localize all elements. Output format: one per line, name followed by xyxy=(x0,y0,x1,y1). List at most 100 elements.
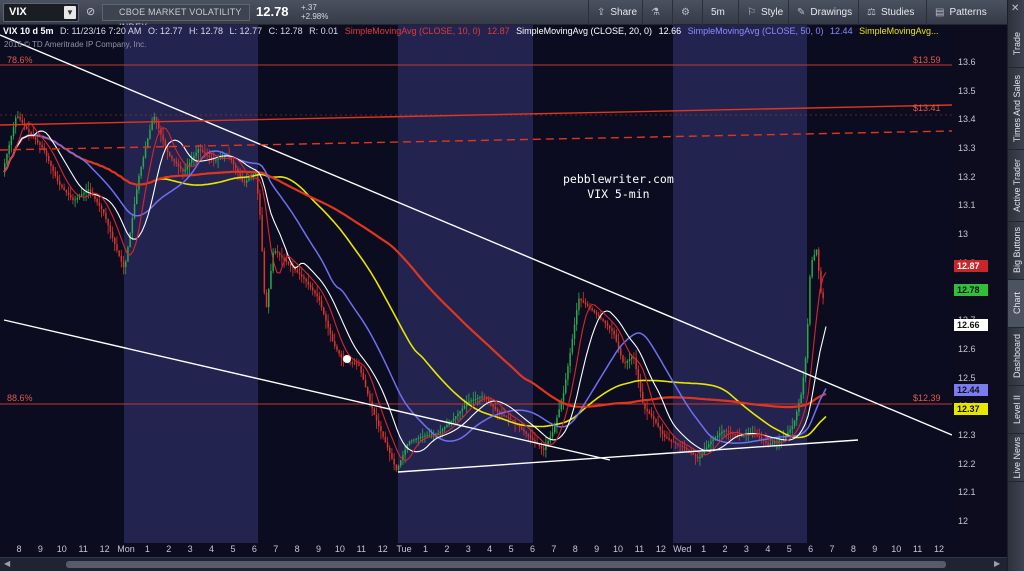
candle-body xyxy=(664,434,666,437)
price-tick-label: 12.2 xyxy=(958,458,976,469)
candle-body xyxy=(609,325,611,329)
candle-body xyxy=(393,458,395,465)
candle-body xyxy=(422,436,424,438)
bar-high: H: 12.78 xyxy=(189,26,224,36)
candle-body xyxy=(103,209,105,213)
drawings-button[interactable]: ✎ Drawings xyxy=(788,0,858,25)
candle-body xyxy=(505,416,508,418)
candle-body xyxy=(413,439,415,441)
candle-body xyxy=(455,416,457,419)
candle-body xyxy=(822,292,824,299)
candle-body xyxy=(89,189,92,193)
candle-body xyxy=(309,284,312,288)
symbol-description: CBOE MARKET VOLATILITY INDEX xyxy=(102,4,250,32)
candle-body xyxy=(276,251,279,254)
candle-body xyxy=(802,377,805,395)
price-chart[interactable] xyxy=(0,25,952,543)
scrollbar-thumb[interactable] xyxy=(66,561,946,568)
studies-button[interactable]: ⚖ Studies xyxy=(858,0,926,25)
candle-body xyxy=(246,180,248,183)
candle-body xyxy=(545,445,547,450)
candle-body xyxy=(661,430,664,435)
time-tick-label: 3 xyxy=(187,544,193,554)
time-tick-label: 1 xyxy=(144,544,150,554)
link-icon[interactable]: ⊘ xyxy=(86,5,95,18)
sidebar-tab-dashboard[interactable]: Dashboard xyxy=(1008,328,1024,386)
sidebar-tab-live-news[interactable]: Live News xyxy=(1008,434,1024,482)
symbol-selector[interactable]: VIX ▼ xyxy=(3,3,79,22)
sidebar-tab-label: Live News xyxy=(1011,436,1022,479)
chart-canvas[interactable] xyxy=(0,25,952,543)
candle-body xyxy=(686,448,688,450)
chart-title: VIX 10 d 5m xyxy=(3,26,54,36)
sma50-label[interactable]: SimpleMovingAvg (CLOSE, 50, 0) xyxy=(688,26,824,36)
scroll-right-icon[interactable]: ▶ xyxy=(994,559,1000,568)
time-tick-label: 8 xyxy=(850,544,856,554)
candle-body xyxy=(565,379,567,393)
candle-body xyxy=(677,443,679,445)
chevron-down-icon[interactable]: ▼ xyxy=(64,6,76,19)
sidebar-tab-big-buttons[interactable]: Big Buttons xyxy=(1008,222,1024,280)
candle-body xyxy=(34,137,37,140)
candle-body xyxy=(725,430,728,432)
candle-body xyxy=(512,419,514,422)
interval-label: 5m xyxy=(711,7,725,18)
candle-body xyxy=(765,440,767,443)
scroll-left-icon[interactable]: ◀ xyxy=(4,559,10,568)
candle-body xyxy=(70,194,72,198)
candle-body xyxy=(721,431,723,434)
candle-body xyxy=(37,139,39,143)
candle-body xyxy=(109,225,112,232)
share-button[interactable]: ⇪ Share xyxy=(588,0,642,25)
candle-body xyxy=(470,400,472,402)
time-tick-label: 9 xyxy=(872,544,878,554)
sidebar-tab-trade[interactable]: Trade xyxy=(1008,20,1024,68)
time-tick-label: 10 xyxy=(56,544,67,554)
candle-body xyxy=(81,194,83,197)
candle-body xyxy=(56,176,59,182)
candle-body xyxy=(21,119,24,123)
time-tick-label: 9 xyxy=(594,544,600,554)
candle-body xyxy=(734,433,736,435)
candle-body xyxy=(232,160,235,165)
candle-body xyxy=(120,255,123,262)
candle-body xyxy=(679,444,681,446)
candle-body xyxy=(529,435,532,438)
candle-body xyxy=(534,439,536,443)
sma50-tag: 12.44 xyxy=(954,384,988,396)
sidebar-tab-times-and-sales[interactable]: Times And Sales xyxy=(1008,68,1024,150)
time-tick-label: 8 xyxy=(16,544,22,554)
style-button[interactable]: ⚐ Style xyxy=(738,0,788,25)
yellow-sma-tag: 12.37 xyxy=(954,403,988,415)
time-axis[interactable]: 8 9 10 11 12 Mon 1 2 3 4 5 6 7 8 9 10 11 12 Tue 1 2 3 4 5 6 7 8 9 10… xyxy=(0,543,1007,557)
sidebar-tab-label: Level II xyxy=(1011,394,1022,425)
candle-body xyxy=(369,394,371,402)
candle-body xyxy=(582,300,585,303)
chart-scrollbar[interactable]: ◀ ▶ xyxy=(0,557,1007,571)
candle-body xyxy=(384,436,387,443)
candle-body xyxy=(364,379,367,387)
sidebar-tab-chart[interactable]: Chart xyxy=(1008,280,1024,328)
sma-more-label[interactable]: SimpleMovingAvg... xyxy=(859,26,938,36)
candle-body xyxy=(670,439,673,442)
candle-body xyxy=(378,420,380,426)
candle-body xyxy=(50,160,52,167)
sidebar-tab-active-trader[interactable]: Active Trader xyxy=(1008,150,1024,222)
time-tick-label: 6 xyxy=(529,544,535,554)
flask-button[interactable]: ⚗ xyxy=(642,0,672,25)
patterns-button[interactable]: ▤ Patterns xyxy=(926,0,992,25)
candle-body xyxy=(481,396,483,398)
interval-button[interactable]: 5m xyxy=(702,0,738,25)
candle-body xyxy=(356,363,358,365)
price-axis[interactable]: 13.613.513.413.313.213.11312.912.812.712… xyxy=(952,25,1007,543)
settings-button[interactable]: ⚙ xyxy=(672,0,702,25)
close-icon[interactable]: ✕ xyxy=(1011,3,1019,14)
sma10-label[interactable]: SimpleMovingAvg (CLOSE, 10, 0) xyxy=(345,26,481,36)
candle-body xyxy=(367,386,369,395)
candle-body xyxy=(331,334,334,342)
candle-body xyxy=(815,249,818,255)
candle-body xyxy=(551,432,554,437)
sidebar-tab-level-ii[interactable]: Level II xyxy=(1008,386,1024,434)
sma20-label[interactable]: SimpleMovingAvg (CLOSE, 20, 0) xyxy=(516,26,652,36)
candle-body xyxy=(8,144,10,154)
